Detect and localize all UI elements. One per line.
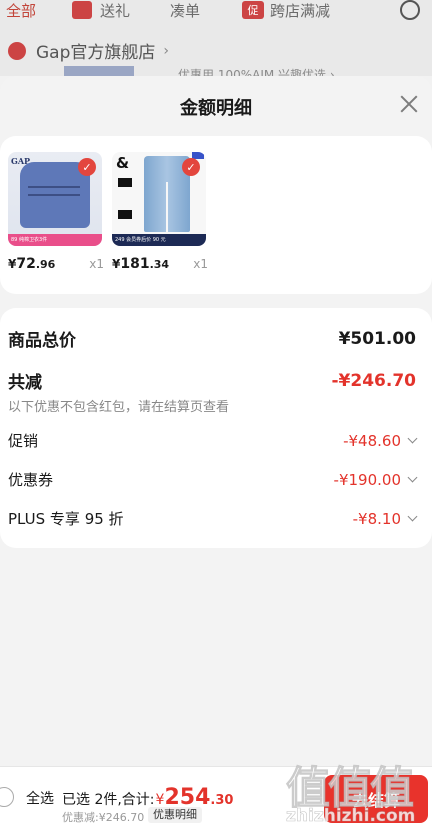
total-price-row: 商品总价 ¥501.00 — [8, 326, 416, 352]
jeans-leg-gap — [166, 182, 168, 232]
total-price-value: ¥501.00 — [338, 328, 416, 349]
product-price: ¥72.96 — [8, 256, 56, 272]
product-image: GAP 89 纯棉卫衣3件 ✓ — [8, 152, 102, 246]
shop-chevron-icon: › — [163, 42, 169, 59]
close-icon[interactable] — [398, 93, 420, 115]
search-icon — [400, 0, 420, 20]
selected-check-icon[interactable]: ✓ — [182, 158, 200, 176]
background-thumbnail — [64, 66, 134, 76]
total-reduction-label: 共减 — [8, 373, 42, 393]
bg-tab-all: 全部 — [6, 1, 37, 20]
bg-tab-cross-store: 促 跨店满减 — [242, 0, 330, 20]
promotion-row[interactable]: 促销 -¥48.60 — [8, 430, 418, 451]
products-card: GAP 89 纯棉卫衣3件 ✓ ¥72.96 x1 & 249 会员券后价 90… — [0, 136, 432, 294]
selected-check-icon[interactable]: ✓ — [78, 158, 96, 176]
discount-text: 优惠减:¥246.70 — [62, 811, 145, 824]
product-price-row: ¥72.96 x1 — [8, 256, 104, 272]
product-quantity: x1 — [193, 257, 208, 271]
bg-tab-bundle: 凑单 — [170, 1, 201, 20]
selected-total: 已选 2件,合计: ¥ 254 .30 — [62, 785, 233, 810]
checkout-button[interactable]: 去结算 — [324, 775, 428, 823]
red-packet-note: 以下优惠不包含红包，请在结算页查看 — [8, 400, 230, 415]
swatch-icon — [118, 178, 132, 187]
background-tab-bar: 全部 送礼 凑单 促 跨店满减 — [0, 0, 432, 22]
product-promo-strip: 249 会员券后价 90 元 — [112, 234, 206, 246]
select-all-label[interactable]: 全选 — [26, 788, 54, 808]
shop-name: Gap官方旗舰店 — [36, 43, 156, 63]
plus-discount-value: -¥8.10 — [353, 510, 418, 528]
total-reduction-row: 共减 -¥246.70 — [8, 368, 417, 394]
bg-tab-gift-label: 送礼 — [100, 1, 131, 20]
chevron-down-icon — [407, 433, 418, 444]
bg-tab-cross-store-label: 跨店满减 — [270, 1, 331, 20]
total-reduction-value: -¥246.70 — [331, 370, 417, 391]
sheet-title: 金额明细 — [180, 98, 252, 119]
discount-detail-button[interactable]: 优惠明细 — [148, 807, 202, 823]
total-price-label: 商品总价 — [8, 331, 76, 351]
swatch-icon — [118, 210, 132, 219]
select-all-radio[interactable] — [0, 787, 14, 807]
product-quantity: x1 — [89, 257, 104, 271]
sweatshirt-print — [28, 186, 80, 196]
product-price-row: ¥181.34 x1 — [112, 256, 208, 272]
promotion-value: -¥48.60 — [343, 432, 418, 450]
coupon-row[interactable]: 优惠券 -¥190.00 — [8, 469, 418, 490]
product-item[interactable]: GAP 89 纯棉卫衣3件 ✓ ¥72.96 x1 — [8, 152, 104, 272]
plus-discount-row[interactable]: PLUS 专享 95 折 -¥8.10 — [8, 508, 418, 529]
coupon-value: -¥190.00 — [334, 471, 418, 489]
chevron-down-icon — [407, 511, 418, 522]
product-image: & 249 会员券后价 90 元 ✓ — [112, 152, 206, 246]
price-summary-card: 商品总价 ¥501.00 共减 -¥246.70 以下优惠不包含红包，请在结算页… — [0, 308, 432, 548]
coupon-label: 优惠券 — [8, 471, 54, 489]
checkout-bar: 全选 已选 2件,合计: ¥ 254 .30 优惠减:¥246.70 优惠明细 … — [0, 766, 432, 834]
brand-logo: & — [116, 154, 130, 172]
promo-icon: 促 — [242, 1, 264, 19]
selected-count-text: 已选 2件,合计: — [62, 792, 155, 808]
total-cents: .30 — [210, 793, 234, 808]
product-item[interactable]: & 249 会员券后价 90 元 ✓ ¥181.34 x1 — [112, 152, 208, 272]
promotion-label: 促销 — [8, 432, 39, 450]
plus-discount-label: PLUS 专享 95 折 — [8, 510, 124, 528]
product-price: ¥181.34 — [112, 256, 170, 272]
total-currency: ¥ — [155, 792, 165, 808]
product-promo-strip: 89 纯棉卫衣3件 — [8, 234, 102, 246]
gift-icon — [72, 1, 92, 19]
shop-check-icon — [8, 41, 26, 60]
bg-tab-gift: 送礼 — [72, 0, 130, 20]
chevron-down-icon — [407, 472, 418, 483]
background-page: 全部 送礼 凑单 促 跨店满减 Gap官方旗舰店 › 优惠用 100%AIM 兴… — [0, 0, 432, 82]
background-shop-header: Gap官方旗舰店 › — [8, 38, 169, 63]
amount-detail-sheet: 金额明细 GAP 89 纯棉卫衣3件 ✓ ¥72.96 x1 & 249 会员券… — [0, 76, 432, 766]
